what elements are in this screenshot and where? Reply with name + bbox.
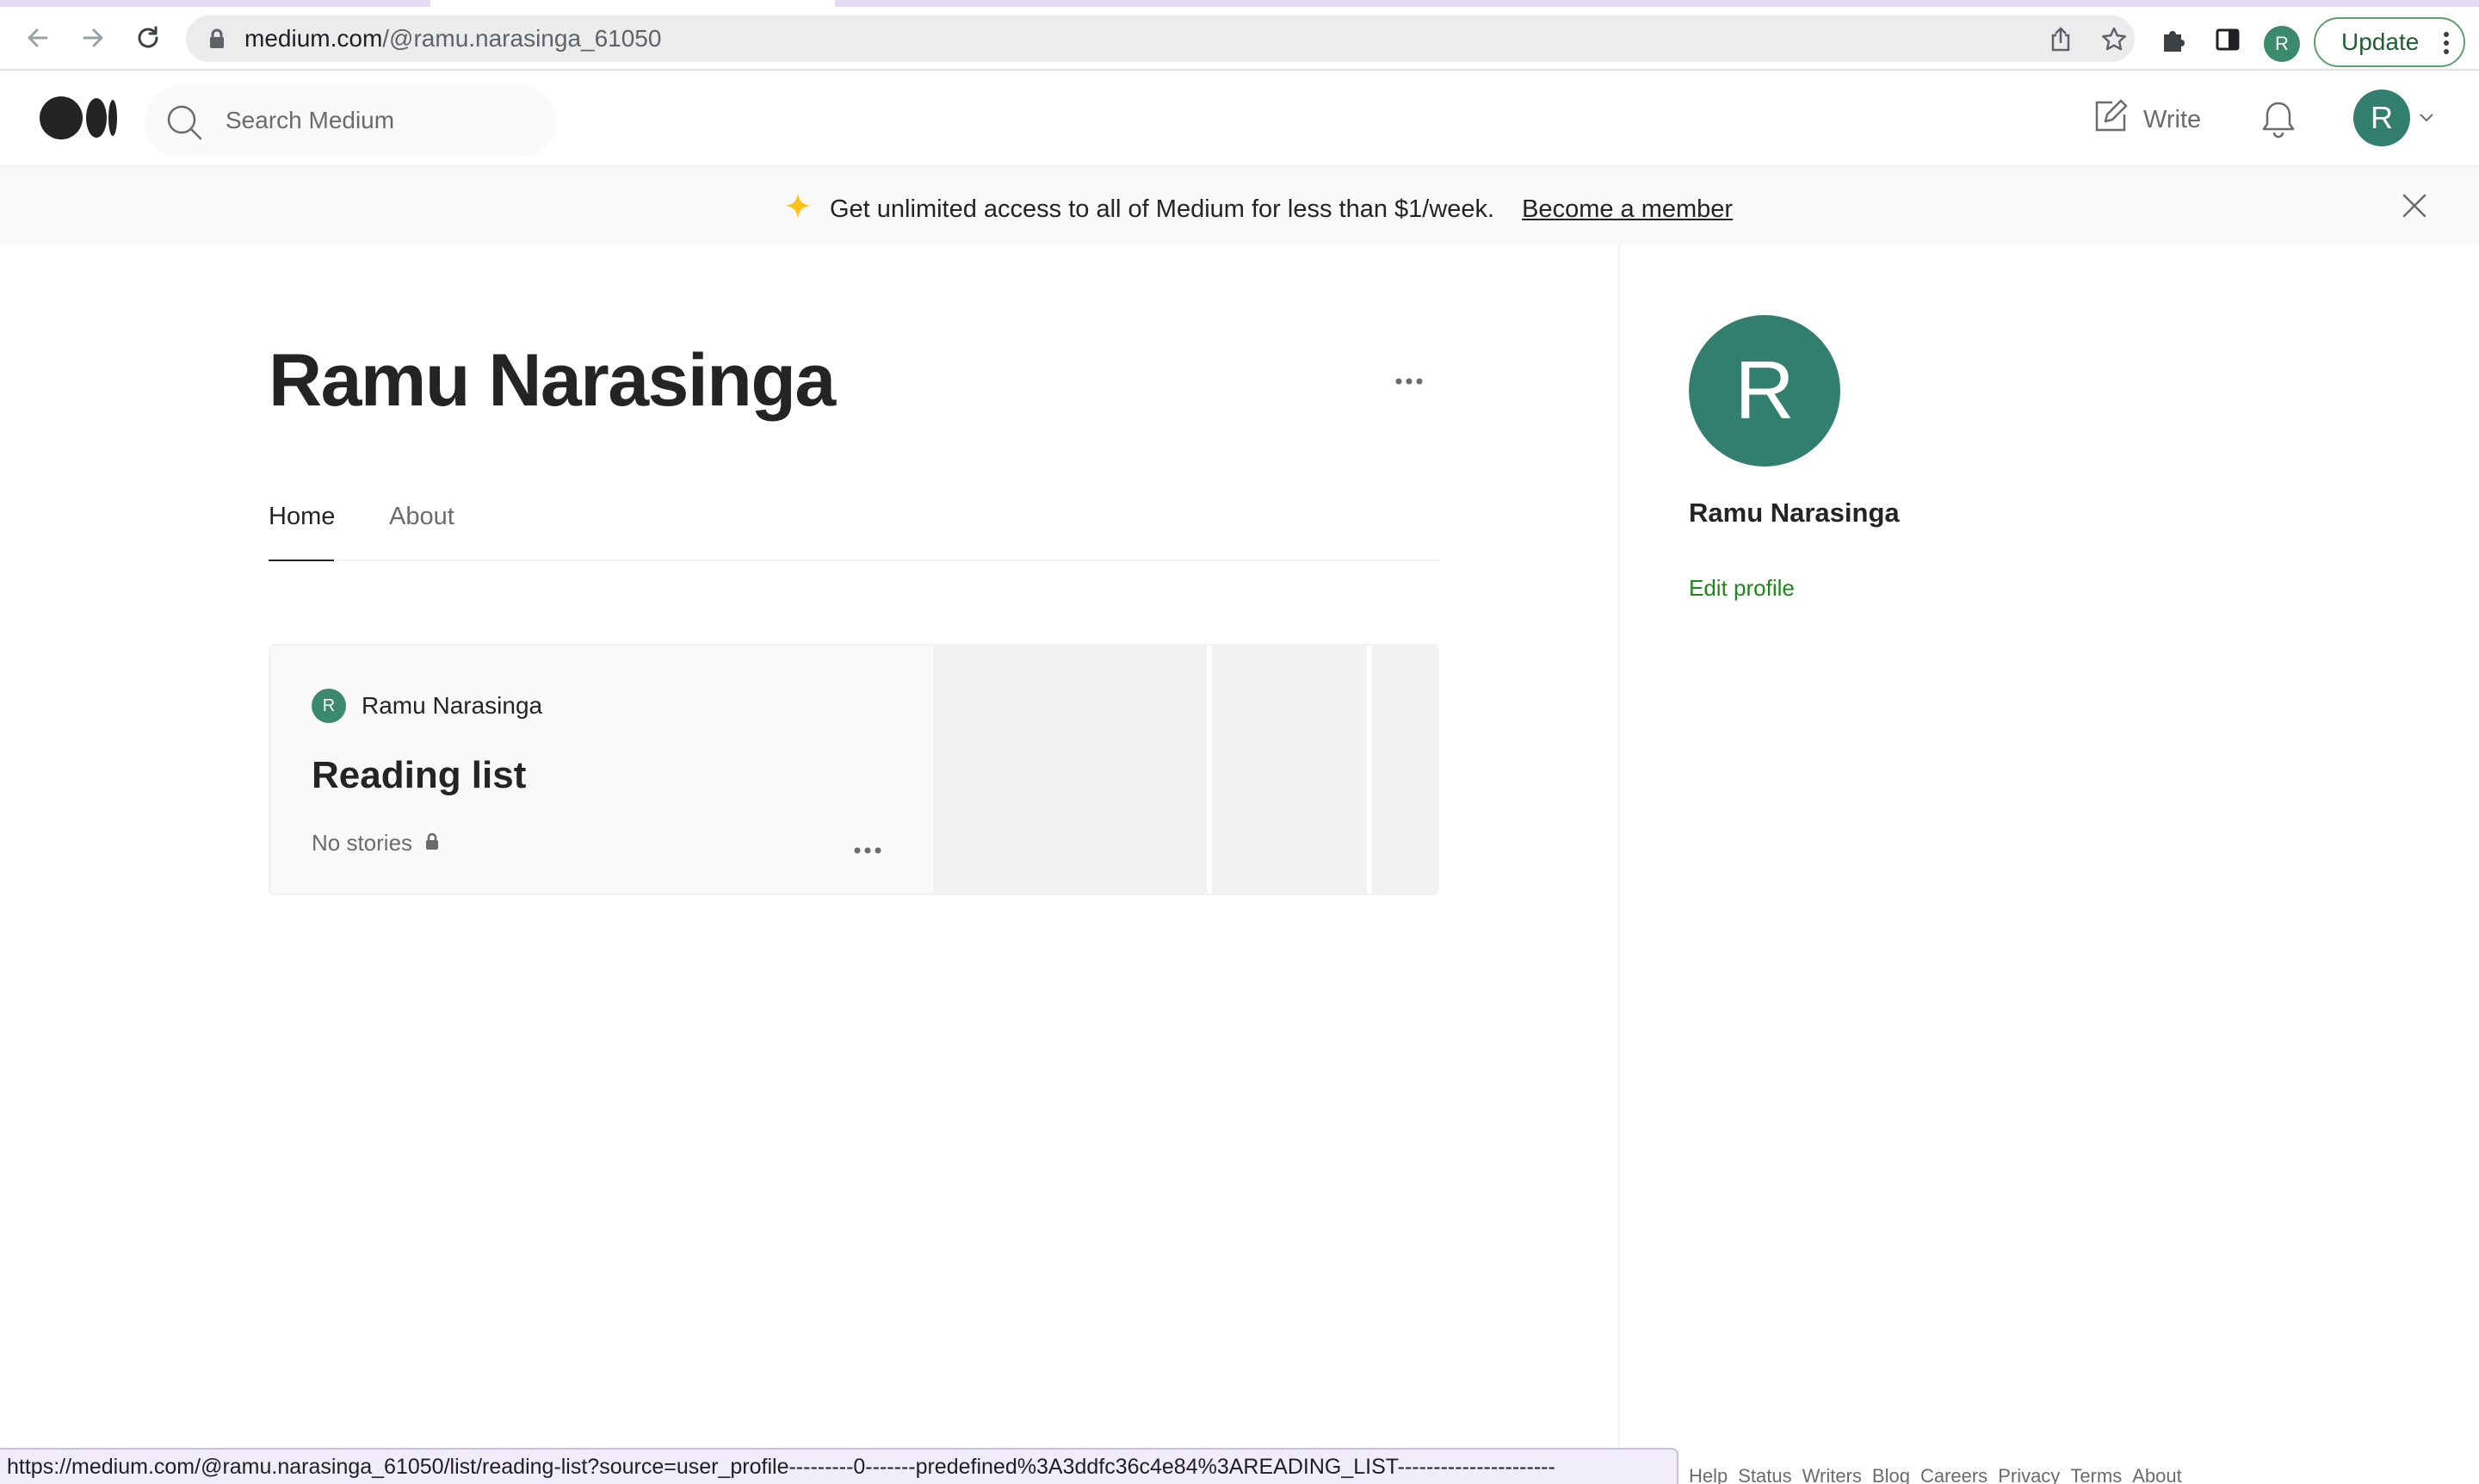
url-text[interactable]: medium.com/@ramu.narasinga_61050 [244,26,661,52]
lock-icon [424,830,440,856]
page-title: Ramu Narasinga [269,339,836,422]
back-arrow-icon [28,28,48,47]
profile-tabs: Home About [269,499,1439,561]
footer-link-blog[interactable]: Blog [1872,1465,1910,1484]
search-icon [165,103,203,145]
address-bar[interactable]: medium.com/@ramu.narasinga_61050 [186,15,2135,62]
write-icon [2092,97,2130,142]
forward-arrow-icon [83,28,103,47]
membership-banner: Get unlimited access to all of Medium fo… [0,167,2479,246]
close-icon[interactable] [2402,193,2427,223]
browser-toolbar: medium.com/@ramu.narasinga_61050 R Updat… [0,7,2479,71]
card-title[interactable]: Reading list [312,754,526,797]
more-options-icon[interactable] [1393,365,1425,402]
user-avatar-button[interactable]: R [2353,90,2410,146]
notifications-bell-icon[interactable] [2260,100,2297,144]
become-member-link[interactable]: Become a member [1522,195,1733,224]
tab-home[interactable]: Home [269,499,335,561]
side-panel-icon[interactable] [2212,24,2243,55]
tab-strip [0,0,2479,7]
extensions-puzzle-icon[interactable] [2157,24,2188,55]
thumbnail-placeholder [1372,646,1437,893]
update-label: Update [2341,28,2420,55]
reload-button[interactable] [129,19,167,57]
search-input[interactable] [226,103,535,138]
tab-about[interactable]: About [389,499,454,561]
bookmark-star-icon[interactable] [2100,26,2128,53]
footer-link-writers[interactable]: Writers [1802,1465,1862,1484]
sparkle-icon [783,191,813,227]
footer-links: Help Status Writers Blog Careers Privacy… [1689,1465,2182,1484]
medium-logo-icon[interactable] [40,96,119,144]
sidebar-profile-name: Ramu Narasinga [1689,498,1900,528]
browser-menu-icon[interactable] [2443,31,2450,61]
write-button[interactable]: Write [2092,98,2201,141]
story-count: No stories [312,830,413,856]
forward-button[interactable] [74,19,112,57]
edit-profile-link[interactable]: Edit profile [1689,575,1795,602]
lock-icon[interactable] [208,28,226,54]
active-tab-edge[interactable] [430,0,835,7]
thumbnail-placeholder [1212,646,1367,893]
browser-profile-avatar[interactable]: R [2264,26,2300,62]
status-bar-url: https://medium.com/@ramu.narasinga_61050… [0,1448,1678,1484]
chevron-down-icon[interactable] [2419,112,2434,127]
medium-header: Write R [0,71,2479,167]
footer-link-status[interactable]: Status [1738,1465,1791,1484]
thumbnail-placeholder [933,646,1207,893]
footer-link-privacy[interactable]: Privacy [1998,1465,2060,1484]
card-meta: No stories [312,830,440,856]
reading-list-card[interactable]: R Ramu Narasinga Reading list No stories [269,644,1439,895]
update-button[interactable]: Update [2314,17,2465,67]
card-thumbnails [933,646,1437,893]
write-label: Write [2143,105,2202,133]
card-author-name: Ramu Narasinga [362,692,543,719]
footer-link-about[interactable]: About [2132,1465,2182,1484]
share-icon[interactable] [2047,26,2074,53]
column-divider [1618,246,1620,1484]
footer-link-careers[interactable]: Careers [1920,1465,1988,1484]
profile-avatar: R [1689,315,1840,467]
card-author[interactable]: R Ramu Narasinga [312,689,542,723]
search-box[interactable] [145,86,556,157]
back-button[interactable] [19,19,57,57]
footer-link-terms[interactable]: Terms [2070,1465,2122,1484]
footer-link-help[interactable]: Help [1689,1465,1728,1484]
avatar: R [312,689,346,723]
reload-icon [138,26,158,48]
banner-text: Get unlimited access to all of Medium fo… [830,195,1495,223]
card-more-options-icon[interactable] [852,835,883,870]
